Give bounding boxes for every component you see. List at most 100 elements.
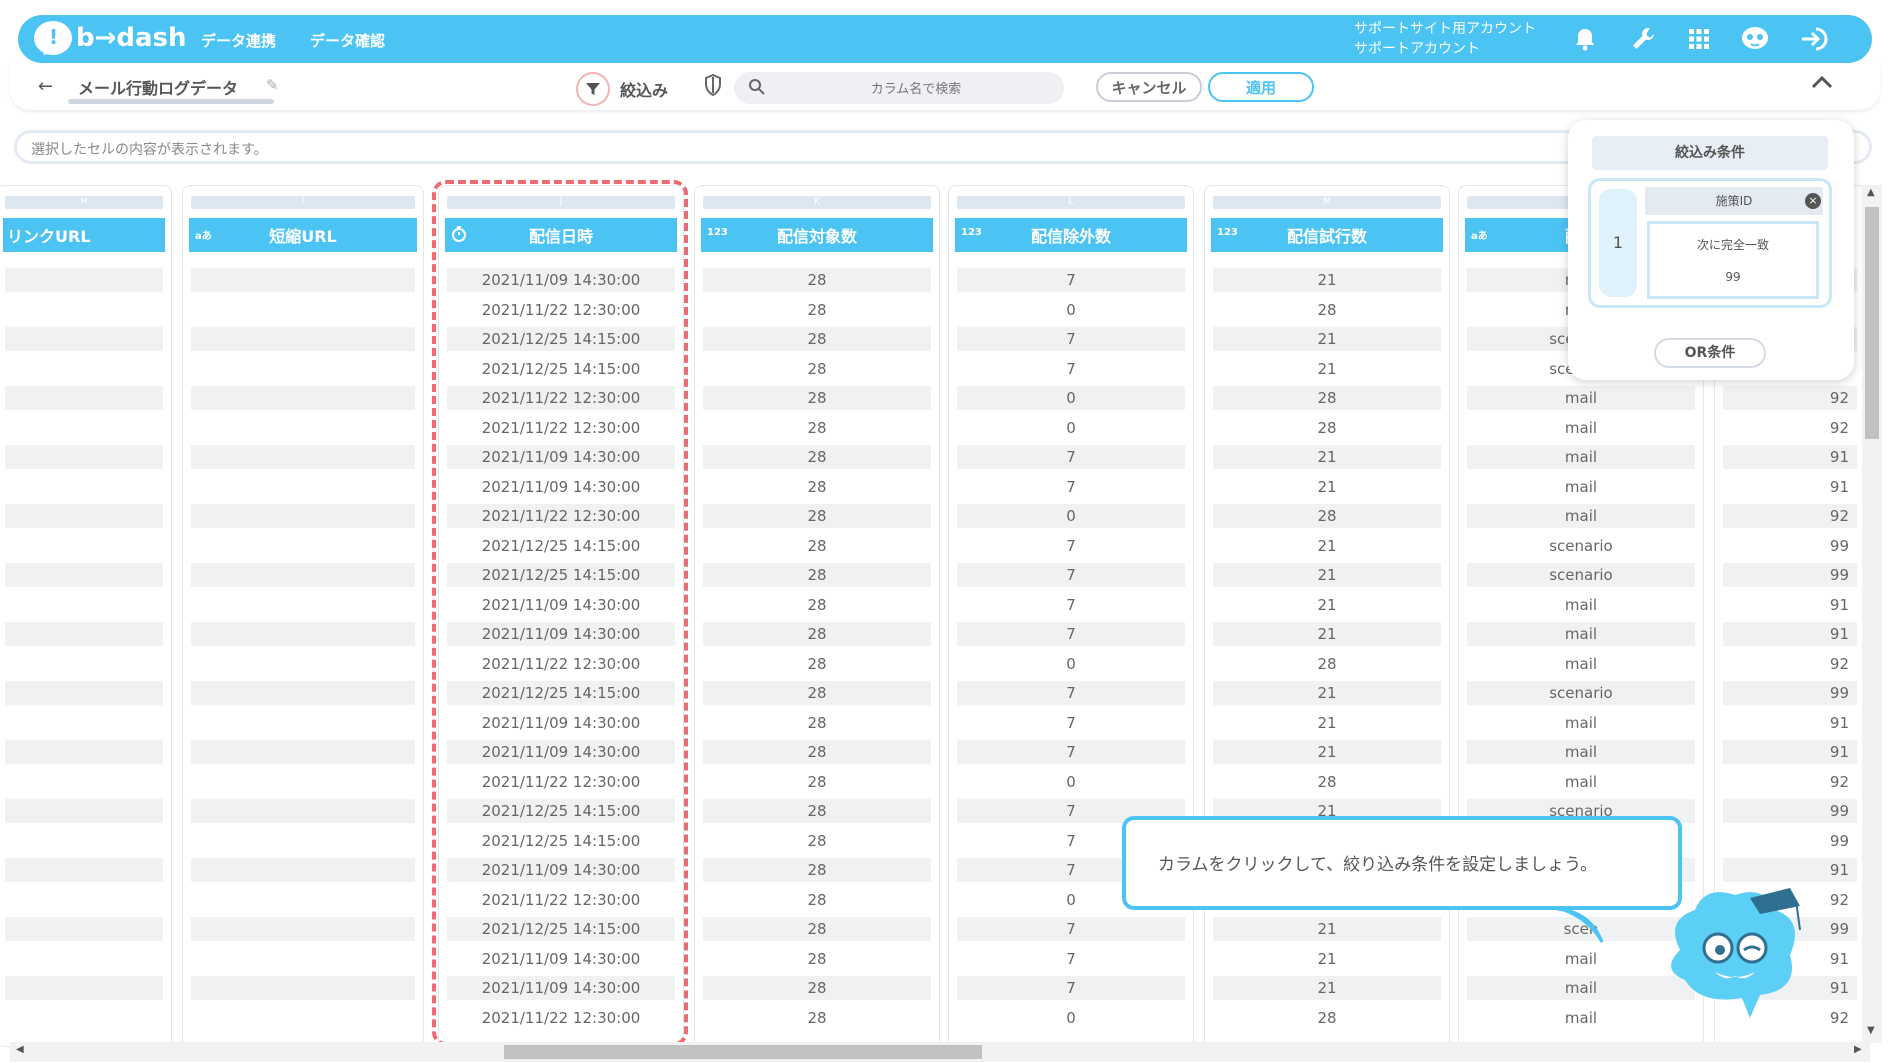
table-cell[interactable]: 91	[1723, 740, 1857, 764]
table-cell[interactable]: 91	[1723, 622, 1857, 646]
table-cell[interactable]: 28	[703, 681, 931, 705]
table-cell[interactable]: 28	[703, 357, 931, 381]
table-cell[interactable]: 21	[1213, 357, 1441, 381]
table-cell[interactable]	[5, 888, 163, 912]
table-cell[interactable]	[191, 740, 415, 764]
table-cell[interactable]: mail	[1467, 652, 1695, 676]
filter-label[interactable]: 絞込み	[620, 77, 668, 101]
table-cell[interactable]	[5, 386, 163, 410]
column-header[interactable]: 配信日時	[445, 218, 677, 252]
table-cell[interactable]: 28	[703, 622, 931, 646]
table-cell[interactable]	[191, 504, 415, 528]
table-cell[interactable]: 28	[1213, 770, 1441, 794]
table-cell[interactable]: 28	[1213, 386, 1441, 410]
table-cell[interactable]	[5, 504, 163, 528]
table-cell[interactable]: 21	[1213, 740, 1441, 764]
column-search[interactable]	[734, 72, 1064, 104]
table-cell[interactable]	[5, 327, 163, 351]
table-cell[interactable]: 99	[1723, 829, 1857, 853]
table-cell[interactable]: 2021/11/22 12:30:00	[447, 416, 675, 440]
table-cell[interactable]: 28	[1213, 504, 1441, 528]
chevron-up-icon[interactable]	[1810, 74, 1834, 94]
table-cell[interactable]: 7	[957, 976, 1185, 1000]
table-cell[interactable]: 2021/12/25 14:15:00	[447, 563, 675, 587]
table-cell[interactable]: scenario	[1467, 534, 1695, 558]
table-cell[interactable]: 28	[703, 268, 931, 292]
filter-icon[interactable]	[576, 72, 610, 106]
table-cell[interactable]	[191, 1006, 415, 1030]
table-cell[interactable]	[5, 652, 163, 676]
scroll-up-arrow-icon[interactable]: ▲	[1867, 187, 1875, 198]
table-cell[interactable]: 7	[957, 327, 1185, 351]
table-cell[interactable]	[191, 386, 415, 410]
table-cell[interactable]	[5, 445, 163, 469]
table-cell[interactable]	[191, 268, 415, 292]
arrow-left-icon[interactable]: ←	[38, 76, 53, 97]
table-cell[interactable]	[191, 976, 415, 1000]
table-cell[interactable]	[191, 357, 415, 381]
horizontal-scroll-thumb[interactable]	[504, 1045, 982, 1059]
table-cell[interactable]: 2021/12/25 14:15:00	[447, 681, 675, 705]
table-cell[interactable]	[5, 298, 163, 322]
table-cell[interactable]: mail	[1467, 622, 1695, 646]
table-cell[interactable]: 0	[957, 1006, 1185, 1030]
column-letter[interactable]: M	[1213, 196, 1441, 209]
column-header[interactable]: リンクURL	[3, 218, 165, 252]
table-cell[interactable]: 0	[957, 652, 1185, 676]
column-j[interactable]: J 配信日時 2021/11/09 14:30:00 2021/11/22 12:30…	[438, 185, 684, 1047]
table-cell[interactable]: 21	[1213, 327, 1441, 351]
cancel-button[interactable]: キャンセル	[1096, 72, 1202, 102]
table-cell[interactable]: 7	[957, 445, 1185, 469]
table-cell[interactable]: 99	[1723, 534, 1857, 558]
table-cell[interactable]	[5, 563, 163, 587]
table-cell[interactable]: 7	[957, 681, 1185, 705]
table-cell[interactable]	[5, 740, 163, 764]
or-condition-button[interactable]: OR条件	[1654, 338, 1766, 368]
table-cell[interactable]: 28	[703, 652, 931, 676]
table-cell[interactable]: 28	[703, 416, 931, 440]
table-cell[interactable]: 28	[1213, 298, 1441, 322]
table-cell[interactable]	[191, 829, 415, 853]
table-cell[interactable]: 2021/12/25 14:15:00	[447, 829, 675, 853]
table-cell[interactable]	[191, 858, 415, 882]
table-cell[interactable]: 2021/11/22 12:30:00	[447, 652, 675, 676]
column-letter[interactable]: I	[191, 196, 415, 209]
table-cell[interactable]	[5, 947, 163, 971]
table-cell[interactable]: 21	[1213, 917, 1441, 941]
table-cell[interactable]: 28	[703, 829, 931, 853]
table-cell[interactable]	[5, 1006, 163, 1030]
table-cell[interactable]: 7	[957, 947, 1185, 971]
table-cell[interactable]: 0	[957, 504, 1185, 528]
table-cell[interactable]: 28	[1213, 1006, 1441, 1030]
column-header[interactable]: aあ 短縮URL	[189, 218, 417, 252]
table-cell[interactable]: 21	[1213, 622, 1441, 646]
table-cell[interactable]: scenario	[1467, 681, 1695, 705]
table-cell[interactable]: 2021/12/25 14:15:00	[447, 799, 675, 823]
table-cell[interactable]: 2021/11/09 14:30:00	[447, 947, 675, 971]
pencil-icon[interactable]: ✎	[266, 76, 279, 94]
table-cell[interactable]: mail	[1467, 445, 1695, 469]
table-cell[interactable]: 7	[957, 563, 1185, 587]
table-cell[interactable]: 7	[957, 740, 1185, 764]
table-cell[interactable]: 28	[703, 711, 931, 735]
table-cell[interactable]: 7	[957, 622, 1185, 646]
table-cell[interactable]: 28	[703, 799, 931, 823]
condition-field[interactable]: 施策ID	[1645, 187, 1823, 215]
table-cell[interactable]	[191, 593, 415, 617]
table-cell[interactable]: 92	[1723, 652, 1857, 676]
table-cell[interactable]: 91	[1723, 593, 1857, 617]
column-m[interactable]: M 123 配信試行数 21 28 21 21 28 28 21 21 28 21 21 21 21 28 21 2…	[1204, 185, 1450, 1047]
table-cell[interactable]: 28	[703, 740, 931, 764]
column-header[interactable]: 123 配信対象数	[701, 218, 933, 252]
column-letter[interactable]: H	[5, 196, 163, 209]
table-cell[interactable]	[191, 917, 415, 941]
table-cell[interactable]: mail	[1467, 504, 1695, 528]
table-cell[interactable]: 2021/11/09 14:30:00	[447, 593, 675, 617]
table-cell[interactable]: 92	[1723, 770, 1857, 794]
table-cell[interactable]	[5, 799, 163, 823]
table-cell[interactable]: 0	[957, 386, 1185, 410]
table-cell[interactable]: mail	[1467, 593, 1695, 617]
shield-icon[interactable]	[704, 73, 722, 100]
table-cell[interactable]: 21	[1213, 534, 1441, 558]
table-cell[interactable]: 28	[703, 445, 931, 469]
